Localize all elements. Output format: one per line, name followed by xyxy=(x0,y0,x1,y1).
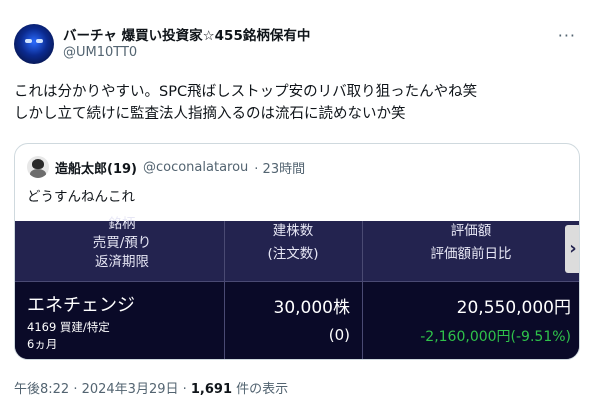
tweet-meta: 午後8:22 · 2024年3月29日 · 1,691 件の表示 xyxy=(14,378,288,397)
header-label: (注文数) xyxy=(267,246,319,262)
header-label: 評価額前日比 xyxy=(430,246,512,262)
stock-code-line: 4169 買建/特定 xyxy=(27,320,110,334)
header-label: 銘柄 xyxy=(108,216,136,232)
stock-screenshot-image[interactable]: 銘柄 売買/預り 返済期限 建株数 (注文数) 評価額 評価額前日比 › エネチ… xyxy=(15,216,579,359)
tweet-line: これは分かりやすい。SPC飛ばしストップ安のリバ取り狙ったんやね笑 xyxy=(14,84,478,100)
header-col3: 評価額 評価額前日比 xyxy=(411,222,531,264)
header-label: 売買/預り xyxy=(92,235,152,251)
stock-order-quantity: (0) xyxy=(328,326,350,344)
stock-name: エネチェンジ xyxy=(27,295,135,316)
tweet-line: しかし立て続けに監査法人指摘入るのは流石に読めないか笑 xyxy=(14,106,406,122)
quoted-tweet[interactable]: 造船太郎(19) @coconalatarou · 23時間 どうすんねんこれ … xyxy=(14,143,580,360)
quoted-time: · 23時間 xyxy=(254,162,306,177)
header-col1: 銘柄 売買/預り 返済期限 xyxy=(77,215,167,272)
author-avatar[interactable] xyxy=(14,24,54,64)
author-handle[interactable]: @UM10TT0 xyxy=(63,45,137,60)
author-name-row[interactable]: バーチャ 爆買い投資家☆455銘柄保有中 xyxy=(63,24,310,44)
header-label: 建株数 xyxy=(272,223,314,239)
more-icon[interactable]: ··· xyxy=(558,26,576,45)
tweet-text: これは分かりやすい。SPC飛ばしストップ安のリバ取り狙ったんやね笑 しかし立て続… xyxy=(14,81,580,125)
quoted-handle: @coconalatarou xyxy=(142,160,249,175)
chevron-right-icon[interactable]: › xyxy=(565,225,579,273)
row-divider xyxy=(15,281,579,282)
quoted-avatar xyxy=(27,156,49,178)
stock-day-change: -2,160,000円(-9.51%) xyxy=(420,329,571,345)
header-label: 評価額 xyxy=(450,223,492,239)
author-display-name[interactable]: バーチャ 爆買い投資家☆455銘柄保有中 xyxy=(63,24,310,44)
stock-valuation: 20,550,000円 xyxy=(456,298,571,318)
stock-details: 4169 買建/特定 6ヵ月 xyxy=(27,319,110,353)
quoted-header: 造船太郎(19) @coconalatarou · 23時間 xyxy=(55,158,305,177)
views-count: 1,691 xyxy=(190,382,233,397)
quoted-name: 造船太郎(19) xyxy=(55,162,137,177)
quoted-text: どうすんねんこれ xyxy=(27,189,135,205)
column-divider xyxy=(362,221,363,359)
views-label: 件の表示 xyxy=(232,382,289,397)
stock-quantity: 30,000株 xyxy=(273,298,350,318)
header-label: 返済期限 xyxy=(95,254,149,270)
column-divider xyxy=(224,221,225,359)
header-col2: 建株数 (注文数) xyxy=(243,222,343,264)
stock-term: 6ヵ月 xyxy=(27,337,58,351)
tweet-timestamp[interactable]: 午後8:22 · 2024年3月29日 · xyxy=(14,382,191,397)
